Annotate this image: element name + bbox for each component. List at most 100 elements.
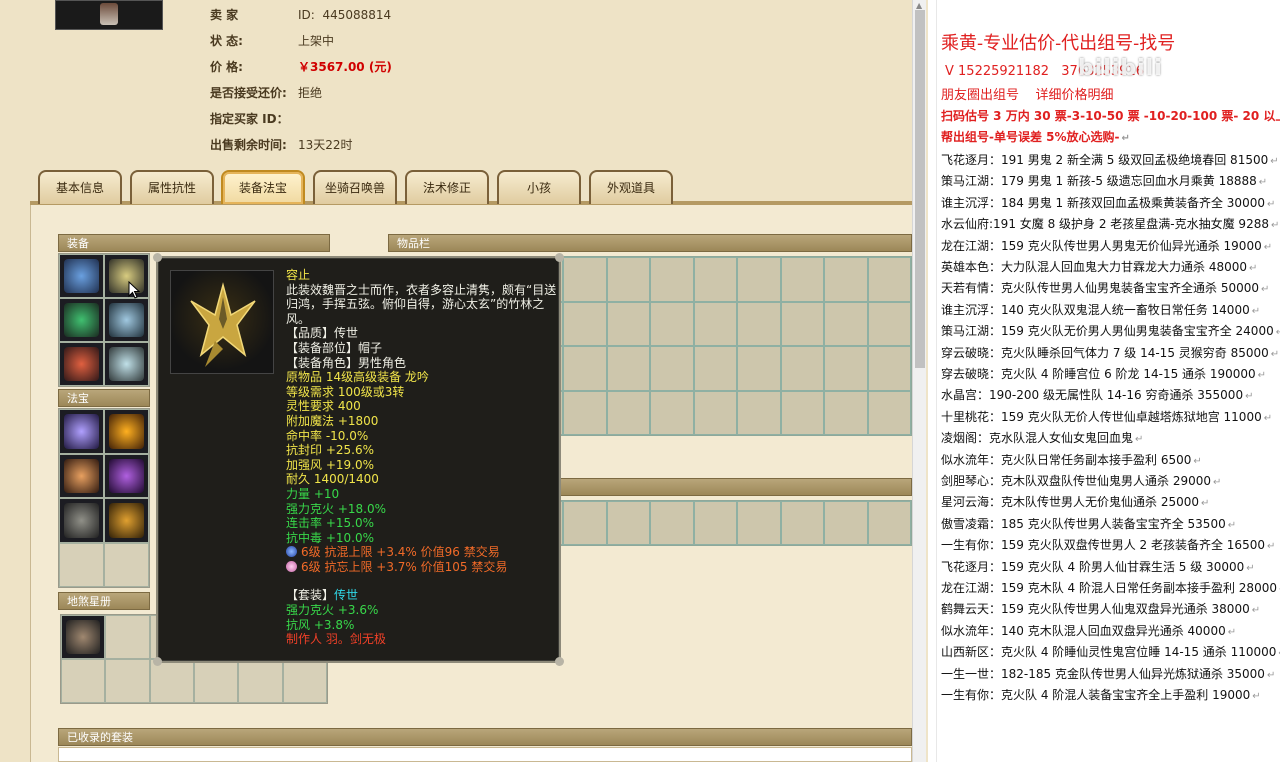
tab-attributes[interactable]: 属性抗性: [130, 170, 214, 204]
inventory-slot[interactable]: [693, 501, 737, 545]
inventory-slot[interactable]: [563, 301, 607, 346]
listing-line: 一生一世：182-185 克金队传世男人仙异光炼狱通杀 35000 ↵: [941, 665, 1275, 682]
vertical-scrollbar[interactable]: ▲: [912, 0, 926, 762]
inventory-slot[interactable]: [650, 501, 694, 545]
equip-slot-helmet[interactable]: [104, 254, 149, 298]
inventory-slot[interactable]: [737, 501, 781, 545]
star-book-slot[interactable]: [105, 659, 150, 703]
inventory-slot[interactable]: [780, 501, 824, 545]
inventory-slot[interactable]: [606, 501, 650, 545]
treasure-slot-4[interactable]: [104, 453, 149, 498]
inventory-slot[interactable]: [867, 257, 911, 302]
scrollbar-thumb[interactable]: [915, 10, 925, 368]
treasure-slot-7[interactable]: [59, 542, 104, 587]
inventory-slot[interactable]: [650, 301, 694, 346]
tab-basic-info[interactable]: 基本信息: [38, 170, 122, 204]
treasure-slot-8[interactable]: [104, 542, 149, 587]
listing-text: 谁主沉浮：140 克火队双鬼混人统一畜牧日常任务 14000: [941, 302, 1250, 317]
inventory-slot[interactable]: [693, 257, 737, 302]
inventory-slot[interactable]: [867, 301, 911, 346]
star-book-slot[interactable]: [282, 659, 327, 703]
seller-id-value: 445088814: [322, 8, 392, 22]
inventory-slot[interactable]: [563, 346, 607, 391]
paragraph-mark-icon: ↵: [1263, 241, 1273, 253]
price-list-document: 乘黄-专业估价-代出组号-找号 V 15225921182 3763253916…: [928, 0, 1280, 762]
paragraph-mark-icon: ↵: [1270, 156, 1279, 167]
inventory-slot[interactable]: [867, 346, 911, 391]
tab-equipment-treasure[interactable]: 装备法宝: [221, 170, 305, 204]
inventory-slot[interactable]: [867, 501, 911, 545]
inventory-slot[interactable]: [737, 257, 781, 302]
equip-slot-armor[interactable]: [104, 298, 149, 342]
paragraph-mark-icon: ↵: [1258, 177, 1268, 189]
tab-appearance[interactable]: 外观道具: [589, 170, 673, 204]
star-book-slot-1[interactable]: [61, 615, 106, 659]
equip-slot-boots[interactable]: [104, 342, 149, 386]
item-stat: 附加魔法 +1800: [286, 413, 379, 428]
item-role: 【装备角色】男性角色: [286, 355, 407, 370]
remaining-label: 出售剩余时间:: [210, 138, 287, 152]
listing-line: 凌烟阁：克水队混人女仙女鬼回血鬼 ↵: [941, 429, 1143, 446]
inventory-slot[interactable]: [737, 301, 781, 346]
inventory-slot[interactable]: [606, 346, 650, 391]
inventory-slot[interactable]: [780, 390, 824, 435]
inventory-slot[interactable]: [650, 346, 694, 391]
inventory-slot[interactable]: [563, 390, 607, 435]
paragraph-mark-icon: ↵: [1251, 605, 1261, 617]
scroll-up-icon[interactable]: ▲: [916, 1, 922, 10]
treasure-slot-6[interactable]: [104, 498, 149, 543]
tab-mounts-pets[interactable]: 坐骑召唤兽: [313, 170, 397, 204]
star-book-slot[interactable]: [193, 659, 239, 703]
inventory-slot[interactable]: [780, 257, 824, 302]
inventory-slot[interactable]: [867, 390, 911, 435]
tab-children[interactable]: 小孩: [497, 170, 581, 204]
star-book-slot[interactable]: [61, 659, 106, 703]
tab-spell-correction[interactable]: 法术修正: [405, 170, 489, 204]
paragraph-mark-icon: ↵: [1270, 220, 1280, 232]
listing-text: 鹤舞云天：159 克火队传世男人仙鬼双盘异光通杀 38000: [941, 602, 1250, 617]
inventory-slot[interactable]: [650, 257, 694, 302]
listing-line: 天若有情：克火队传世男人仙男鬼装备宝宝齐全通杀 50000 ↵: [941, 279, 1269, 296]
pricing-line: 扫码估号 3 万内 30 票-3-10-50 票 -10-20-100 票- 2…: [941, 109, 1280, 123]
inventory-slot[interactable]: [650, 390, 694, 435]
inventory-slot[interactable]: [780, 346, 824, 391]
inventory-slot[interactable]: [824, 257, 868, 302]
treasure-slot-1[interactable]: [59, 409, 104, 454]
inventory-slot[interactable]: [824, 301, 868, 346]
treasure-slot-5[interactable]: [59, 498, 104, 543]
inventory-slot[interactable]: [824, 390, 868, 435]
inventory-slot[interactable]: [693, 346, 737, 391]
treasure-slot-3[interactable]: [59, 453, 104, 498]
equip-slot-weapon[interactable]: [59, 254, 104, 298]
inventory-slot[interactable]: [824, 501, 868, 545]
inventory-slot[interactable]: [563, 501, 607, 545]
inventory-slot[interactable]: [693, 390, 737, 435]
counteroffer-label: 是否接受还价:: [210, 86, 287, 100]
inventory-slot[interactable]: [606, 301, 650, 346]
inventory-slot[interactable]: [693, 301, 737, 346]
seller-id-prefix: ID:: [298, 8, 315, 22]
collected-sets-title: 已收录的套装: [58, 728, 912, 746]
set-name: 传世: [334, 588, 359, 603]
star-book-slot[interactable]: [105, 615, 150, 659]
price-value: ￥3567.00 (元): [298, 60, 392, 74]
star-book-slot[interactable]: [238, 659, 283, 703]
equipment-section-title: 装备: [58, 234, 330, 252]
treasure-slot-2[interactable]: [104, 409, 149, 454]
equip-slot-belt[interactable]: [59, 342, 104, 386]
screen: 卖 家 ID: 445088814 状 态: 上架中 价 格: ￥3567.00 (元…: [0, 0, 1280, 762]
game-trade-page: 卖 家 ID: 445088814 状 态: 上架中 价 格: ￥3567.00 (元…: [0, 0, 912, 762]
moments-text-2: 详细价格明细: [1035, 88, 1114, 103]
inventory-slot[interactable]: [606, 390, 650, 435]
listing-text: 天若有情：克火队传世男人仙男鬼装备宝宝齐全通杀 50000: [941, 281, 1259, 296]
inventory-slot[interactable]: [606, 257, 650, 302]
inventory-slot[interactable]: [563, 257, 607, 302]
inventory-slot[interactable]: [737, 346, 781, 391]
star-book-section-title: 地煞星册: [58, 592, 150, 610]
inventory-slot[interactable]: [824, 346, 868, 391]
inventory-slot[interactable]: [780, 301, 824, 346]
listing-text: 策马江湖：159 克火队无价男人男仙男鬼装备宝宝齐全 24000: [941, 324, 1274, 339]
listing-line: 水云仙府:191 女魔 8 级护身 2 老孩星盘满-克水抽女魔 9288 ↵: [941, 215, 1279, 232]
equip-slot-necklace[interactable]: [59, 298, 104, 342]
inventory-slot[interactable]: [737, 390, 781, 435]
